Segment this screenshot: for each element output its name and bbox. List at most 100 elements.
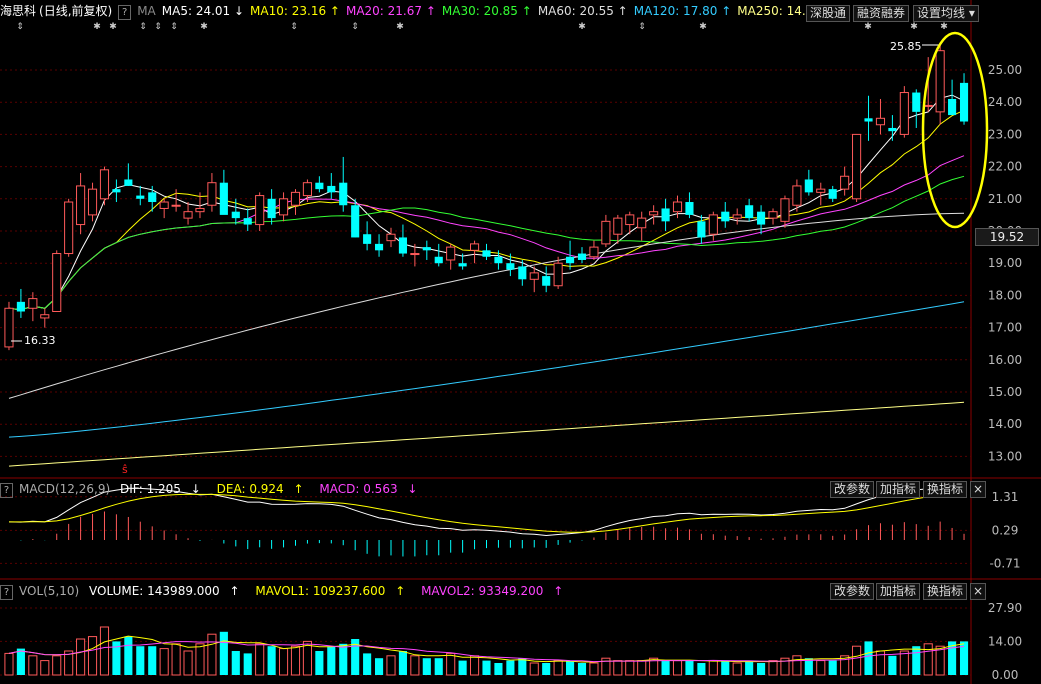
volume-bar: [672, 660, 683, 676]
event-marker-icon: ⇕: [170, 22, 178, 32]
candle-body: [434, 256, 443, 264]
set-ma-button[interactable]: 设置均线 ▾: [913, 5, 979, 22]
candle-body: [87, 188, 98, 216]
candle-body: [768, 211, 778, 219]
candle-body: [553, 262, 563, 287]
ma-legend-item: MA120: 17.80 ↑: [633, 4, 732, 18]
candle-body: [601, 220, 611, 245]
volume-bar: [374, 658, 384, 675]
volume-bar: [899, 650, 909, 676]
volume-bar: [923, 643, 933, 676]
volume-bar: [816, 660, 826, 676]
volume-bar: [888, 655, 897, 675]
volume-bar: [697, 663, 706, 675]
vol-switch-indicator-button[interactable]: 换指标: [923, 583, 968, 600]
event-marker-icon: ✱: [864, 22, 872, 32]
candle-body: [52, 253, 62, 312]
candle-body: [625, 214, 635, 226]
y-tick-label: 19.00: [988, 256, 1022, 270]
macd-switch-indicator-button[interactable]: 换指标: [923, 481, 968, 498]
candle-body: [912, 92, 921, 112]
shengutong-button[interactable]: 深股通: [806, 5, 851, 22]
candle-body: [363, 234, 372, 244]
candle-body: [339, 182, 348, 206]
volume-value: VOLUME: 143989.000 ↑: [89, 584, 240, 598]
ma-legend: MA5: 24.01 ↓ MA10: 23.16 ↑ MA20: 21.67 ↑ MA…: [162, 4, 841, 18]
volume-bar: [506, 660, 515, 675]
vol-change-params-button[interactable]: 改参数: [830, 583, 875, 600]
candle-body: [76, 185, 86, 226]
vol-header: ? VOL(5,10) VOLUME: 143989.000 ↑ MAVOL1: …: [0, 582, 575, 600]
candle-body: [780, 198, 790, 222]
candle-body: [697, 221, 706, 238]
candle-body: [721, 211, 730, 222]
vol-add-indicator-button[interactable]: 加指标: [876, 583, 921, 600]
volume-bar: [219, 631, 228, 675]
chevron-down-icon: ▾: [968, 6, 975, 20]
volume-bar: [553, 660, 563, 676]
volume-bar: [148, 646, 157, 675]
y-tick-label: 13.00: [988, 449, 1022, 463]
volume-bar: [589, 662, 599, 676]
candle-body: [828, 189, 837, 199]
volume-bar: [494, 663, 503, 675]
volume-bar: [231, 651, 240, 675]
event-marker-icon: ⇕: [638, 22, 646, 32]
mavol1-value: MAVOL1: 109237.600 ↑: [255, 584, 406, 598]
event-marker-icon: ✱: [200, 22, 208, 32]
y-tick-label: 14.00: [988, 417, 1022, 431]
candle-body: [661, 208, 670, 222]
candle-body: [518, 266, 527, 280]
macd-change-params-button[interactable]: 改参数: [830, 481, 875, 498]
help-icon[interactable]: ?: [0, 483, 13, 498]
volume-bar: [136, 646, 145, 675]
volume-bar: [4, 652, 14, 676]
candle-body: [494, 256, 503, 264]
ma-legend-item: MA10: 23.16 ↑: [250, 4, 340, 18]
event-marker-icon: ⇕: [16, 22, 24, 32]
y-tick-label: 17.00: [988, 321, 1022, 335]
volume-bar: [852, 645, 862, 676]
candle-body: [542, 276, 551, 286]
candle-body: [183, 211, 193, 219]
volume-bar: [757, 663, 766, 675]
volume-bar: [243, 653, 252, 675]
candle-body: [745, 205, 754, 219]
candle-body: [816, 188, 826, 193]
macd-header: ? MACD(12,26,9) DIF: 1.205 ↓ DEA: 0.924 ↑…: [0, 480, 429, 498]
volume-bar: [327, 646, 336, 675]
candle-body: [278, 198, 289, 216]
vol-name: VOL(5,10): [19, 584, 80, 598]
volume-bar: [458, 660, 467, 675]
volume-bar: [446, 652, 456, 676]
volume-bar: [76, 638, 86, 676]
help-icon[interactable]: ?: [118, 5, 132, 20]
volume-bar: [864, 641, 873, 675]
macd-close-icon[interactable]: ×: [970, 481, 987, 498]
macd-add-indicator-button[interactable]: 加指标: [876, 481, 921, 498]
candle-body: [637, 217, 647, 229]
candle-body: [219, 182, 228, 215]
y-tick-label: 15.00: [988, 385, 1022, 399]
volume-bar: [625, 660, 635, 676]
margin-trading-button[interactable]: 融资融券: [853, 5, 910, 22]
stock-name[interactable]: 海思科: [0, 4, 36, 18]
volume-bar: [267, 646, 276, 675]
volume-bar: [87, 636, 98, 676]
candle-body: [267, 198, 276, 219]
candle-body: [757, 211, 766, 225]
help-icon[interactable]: ?: [0, 585, 13, 600]
vol-close-icon[interactable]: ×: [970, 583, 987, 600]
candle-body: [458, 263, 467, 267]
candle-body: [923, 104, 933, 107]
candle-body: [28, 298, 38, 309]
candle-body: [64, 201, 74, 255]
volume-bar: [422, 658, 431, 675]
candle-body: [888, 127, 897, 132]
y-tick-label: 18.00: [988, 288, 1022, 302]
event-marker: ŝ: [122, 463, 128, 476]
candle-body: [482, 250, 491, 257]
macd-tick-label: -0.71: [989, 556, 1020, 570]
volume-bar: [28, 655, 38, 676]
candle-body: [852, 133, 862, 200]
